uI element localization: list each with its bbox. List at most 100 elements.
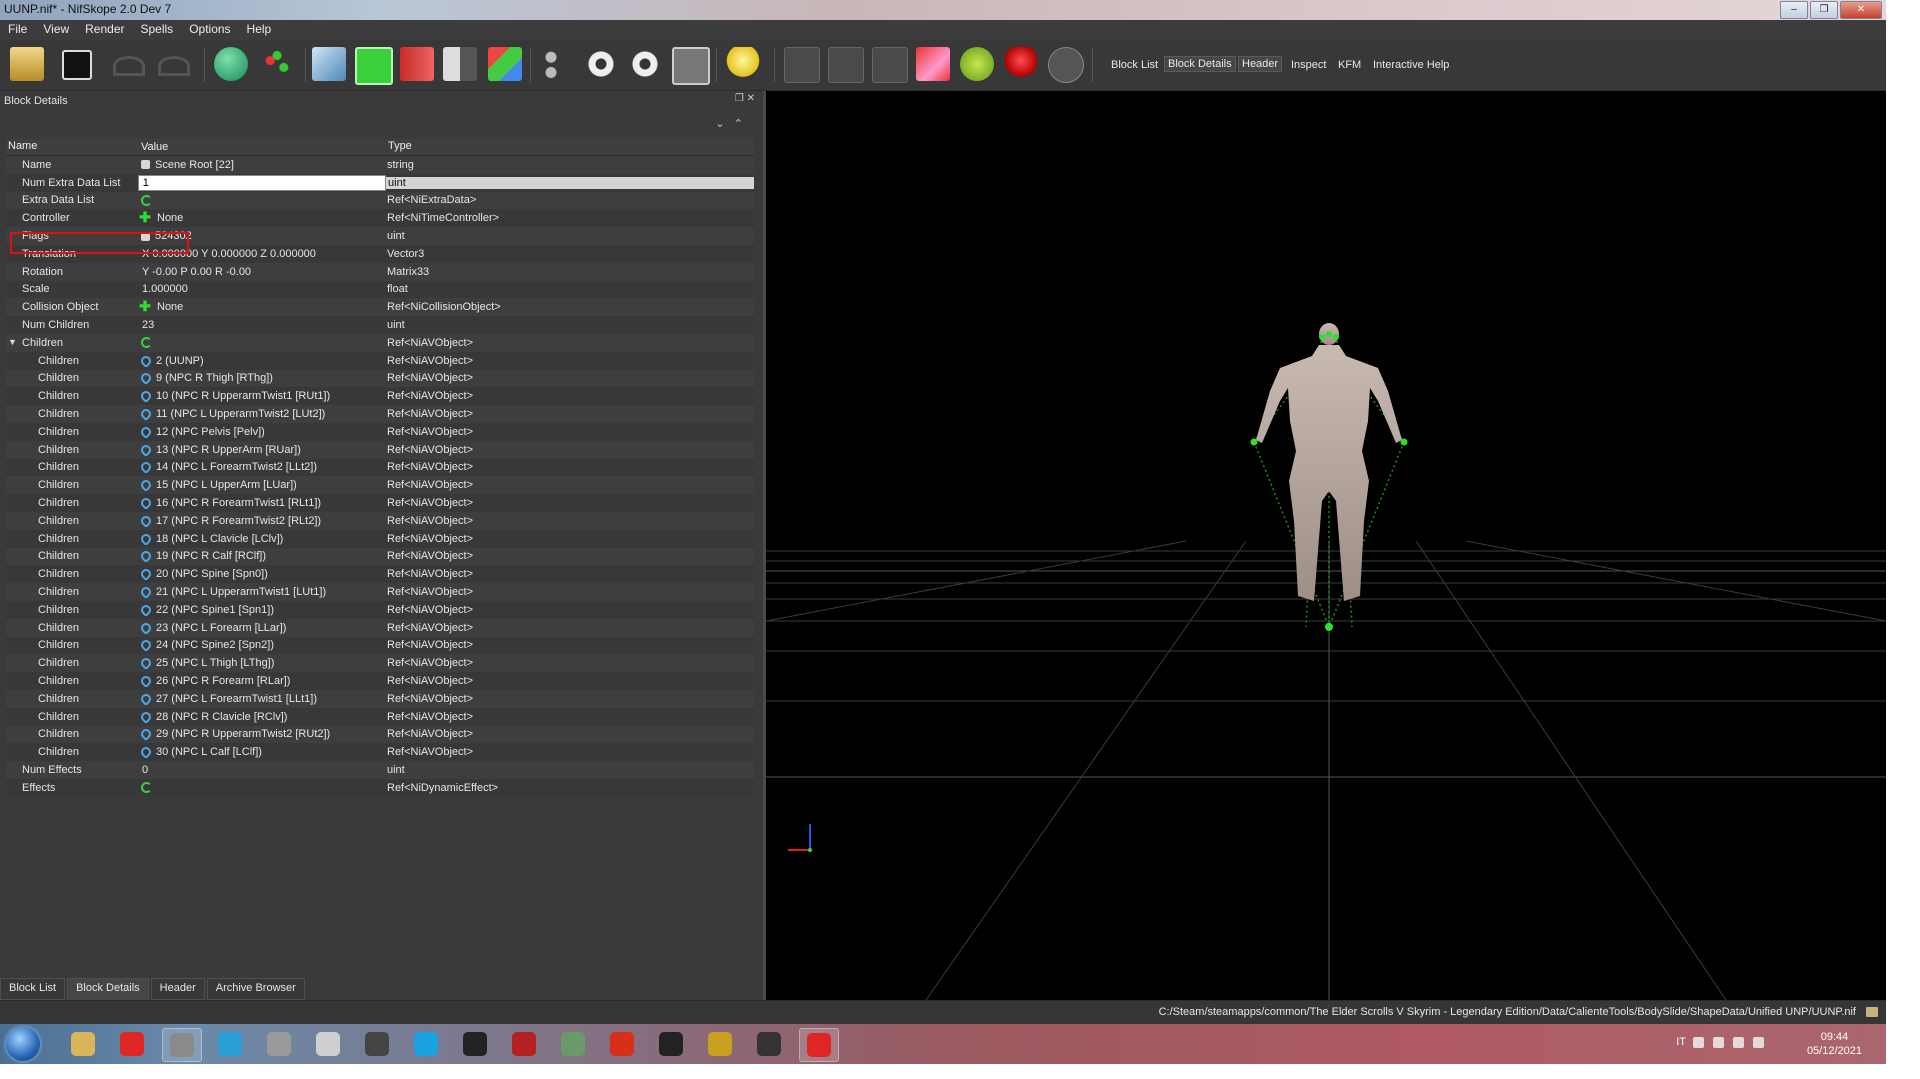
menu-spells[interactable]: Spells	[133, 20, 182, 40]
audio-icon[interactable]	[260, 1028, 298, 1060]
table-row[interactable]: Children 11 (NPC L UpperarmTwist2 [LUt2])…	[6, 405, 754, 423]
toolbar-header[interactable]: Header	[1238, 56, 1283, 72]
table-row[interactable]: Children 16 (NPC R ForearmTwist1 [RLt1]) R…	[6, 494, 754, 512]
block-link-icon[interactable]	[138, 354, 154, 367]
block-link-icon[interactable]	[138, 443, 154, 456]
chart-icon[interactable]	[701, 1028, 739, 1060]
table-row[interactable]: Children 18 (NPC L Clavicle [LClv]) Ref<Ni…	[6, 529, 754, 548]
tree-expand-collapse-icons[interactable]: ⌄ ⌃	[715, 117, 743, 130]
string-icon[interactable]	[141, 160, 150, 170]
skype-icon[interactable]	[407, 1028, 445, 1060]
block-link-icon[interactable]	[138, 408, 154, 421]
block-link-icon[interactable]	[138, 461, 154, 474]
table-row[interactable]: Children 14 (NPC L ForearmTwist2 [LLt2]) R…	[6, 458, 754, 477]
block-link-icon[interactable]	[138, 710, 154, 723]
toolbar-interactive-help[interactable]: Interactive Help	[1370, 58, 1452, 72]
show-hidden-icon[interactable]	[584, 47, 618, 81]
menu-view[interactable]: View	[35, 20, 77, 40]
skyrim-icon[interactable]	[750, 1028, 788, 1060]
start-button[interactable]	[6, 1027, 40, 1061]
view-top-icon[interactable]	[355, 47, 393, 85]
table-row[interactable]: Num Effects 0 uint	[6, 761, 754, 779]
draw-constraints-icon[interactable]	[916, 47, 950, 81]
view-front-icon[interactable]	[312, 47, 346, 81]
network-icon[interactable]	[1733, 1037, 1744, 1048]
table-row[interactable]: Effects Ref<NiDynamicEffect>	[6, 778, 754, 797]
maximize-button[interactable]: ❐	[1810, 1, 1838, 19]
table-row[interactable]: Scale 1.000000 float	[6, 280, 754, 299]
menu-render[interactable]: Render	[77, 20, 132, 40]
add-icon[interactable]: ✚	[138, 300, 152, 314]
app-icon[interactable]	[554, 1028, 592, 1060]
block-link-icon[interactable]	[138, 639, 154, 652]
screenshot-icon[interactable]	[672, 47, 710, 85]
menu-help[interactable]: Help	[239, 20, 280, 40]
block-link-icon[interactable]	[138, 746, 154, 759]
table-row[interactable]: ▼ Children Ref<NiAVObject>	[6, 333, 754, 352]
block-link-icon[interactable]	[138, 568, 154, 581]
show-nodes-icon[interactable]	[628, 47, 662, 81]
view-perspective-icon[interactable]	[488, 47, 522, 81]
select-object-icon[interactable]	[214, 47, 248, 81]
opera-icon[interactable]	[799, 1028, 839, 1062]
column-name-header[interactable]: Name	[6, 139, 139, 155]
opera-icon[interactable]	[113, 1028, 151, 1060]
system-clock[interactable]: 09:44 05/12/2021	[1807, 1030, 1862, 1058]
table-row[interactable]: Children 26 (NPC R Forearm [RLar]) Ref<NiA…	[6, 672, 754, 690]
draw-markers-icon[interactable]	[960, 47, 994, 81]
volume-icon[interactable]	[1713, 1037, 1724, 1048]
lighting-icon[interactable]	[726, 47, 760, 81]
column-value-header[interactable]: Value	[139, 139, 386, 155]
add-icon[interactable]: ✚	[138, 211, 152, 225]
panel-float-close-icons[interactable]: ❐ ✕	[735, 93, 755, 104]
table-row[interactable]: Children 30 (NPC L Calf [LClf]) Ref<NiAVOb…	[6, 743, 754, 762]
block-link-icon[interactable]	[138, 675, 154, 687]
draw-axes-icon[interactable]	[784, 47, 820, 83]
table-row[interactable]: Children 20 (NPC Spine [Spn0]) Ref<NiAVObj…	[6, 565, 754, 584]
bar-icon[interactable]	[358, 1028, 396, 1060]
table-row[interactable]: Children 22 (NPC Spine1 [Spn1]) Ref<NiAVOb…	[6, 600, 754, 619]
close-button[interactable]: ✕	[1840, 1, 1882, 19]
table-row[interactable]: Children 13 (NPC R UpperArm [RUar]) Ref<Ni…	[6, 440, 754, 459]
3d-viewport[interactable]	[766, 91, 1886, 1000]
table-row[interactable]: Children 17 (NPC R ForearmTwist2 [RLt2]) R…	[6, 511, 754, 530]
table-row[interactable]: Num Children 23 uint	[6, 316, 754, 334]
table-row[interactable]: Extra Data List Ref<NiExtraData>	[6, 191, 754, 210]
toolbar-kfm[interactable]: KFM	[1335, 58, 1364, 72]
block-link-icon[interactable]	[138, 372, 154, 385]
undo-icon[interactable]	[113, 56, 145, 76]
block-link-icon[interactable]	[138, 692, 154, 705]
block-link-icon[interactable]	[138, 728, 154, 741]
table-row[interactable]: Children 25 (NPC L Thigh [LThg]) Ref<NiAVO…	[6, 654, 754, 673]
nifskope-icon[interactable]	[162, 1028, 202, 1062]
itunes-icon[interactable]	[211, 1028, 249, 1060]
save-file-icon[interactable]	[62, 50, 92, 80]
table-row[interactable]: Children 28 (NPC R Clavicle [RClv]) Ref<Ni…	[6, 707, 754, 726]
explorer-icon[interactable]	[64, 1028, 102, 1060]
table-row[interactable]: Children 24 (NPC Spine2 [Spn2]) Ref<NiAVOb…	[6, 636, 754, 655]
table-row[interactable]: Children 9 (NPC R Thigh [RThg]) Ref<NiAVOb…	[6, 369, 754, 388]
draw-havok-icon[interactable]	[872, 47, 908, 83]
table-row[interactable]: Children 2 (UUNP) Ref<NiAVObject>	[6, 351, 754, 370]
boot-icon[interactable]	[652, 1028, 690, 1060]
table-row[interactable]: Children 10 (NPC R UpperarmTwist1 [RUt1])…	[6, 387, 754, 406]
f-icon[interactable]	[603, 1028, 641, 1060]
refresh-link-icon[interactable]	[141, 337, 152, 349]
table-row[interactable]: Children 12 (NPC Pelvis [Pelv]) Ref<NiAVOb…	[6, 422, 754, 441]
language-indicator[interactable]: IT	[1676, 1036, 1686, 1048]
column-type-header[interactable]: Type	[386, 139, 754, 155]
draw-nodes-icon[interactable]	[828, 47, 864, 83]
nmm-icon[interactable]	[456, 1028, 494, 1060]
table-row[interactable]: Rotation Y -0.00 P 0.00 R -0.00 Matrix33	[6, 262, 754, 281]
block-link-icon[interactable]	[138, 532, 154, 545]
tab-header[interactable]: Header	[150, 978, 205, 1000]
table-row[interactable]: Children 15 (NPC L UpperArm [LUar]) Ref<Ni…	[6, 476, 754, 495]
block-link-icon[interactable]	[138, 390, 154, 403]
table-row[interactable]: Children 23 (NPC L Forearm [LLar]) Ref<NiA…	[6, 618, 754, 637]
block-link-icon[interactable]	[138, 586, 154, 599]
open-file-icon[interactable]	[10, 47, 44, 81]
draw-furniture-icon[interactable]	[1004, 47, 1038, 81]
tab-block-details[interactable]: Block Details	[67, 978, 149, 1000]
show-hidden-icons-icon[interactable]	[1693, 1037, 1704, 1048]
toolbar-inspect[interactable]: Inspect	[1288, 58, 1329, 72]
